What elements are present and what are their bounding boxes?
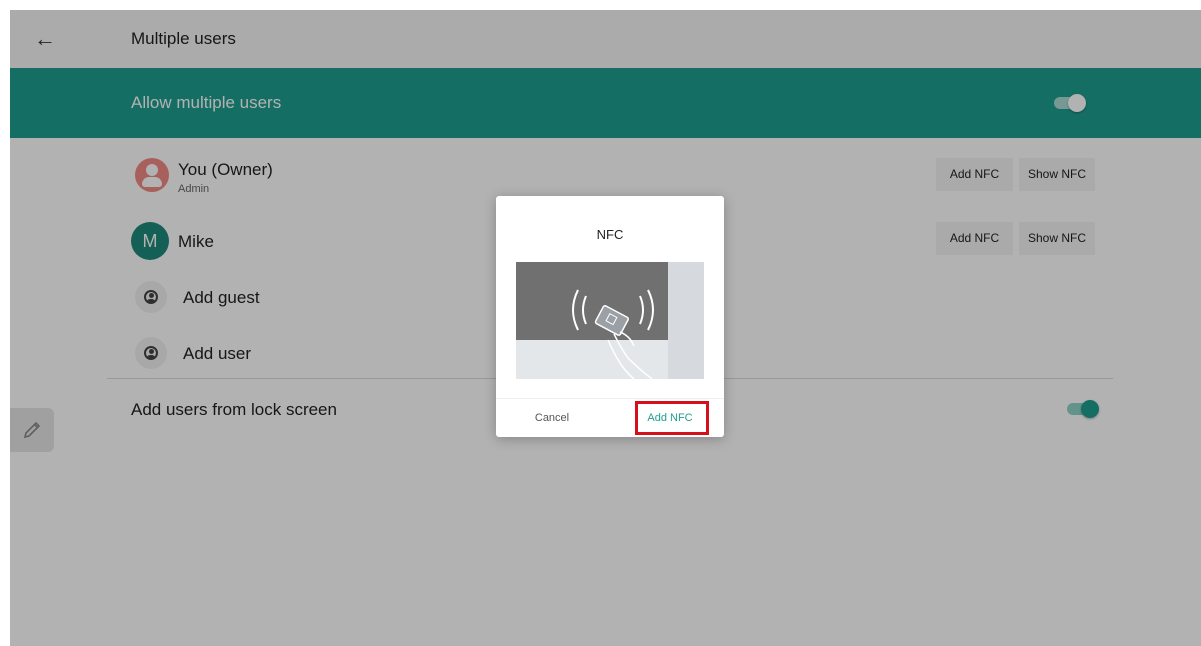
nfc-illustration-icon — [516, 262, 704, 379]
dialog-title: NFC — [596, 227, 624, 242]
dialog-divider — [496, 398, 724, 399]
dialog-cancel-button[interactable]: Cancel — [516, 408, 588, 428]
screen: ← Multiple users Allow multiple users Yo… — [10, 10, 1201, 646]
highlight-box — [635, 401, 709, 435]
